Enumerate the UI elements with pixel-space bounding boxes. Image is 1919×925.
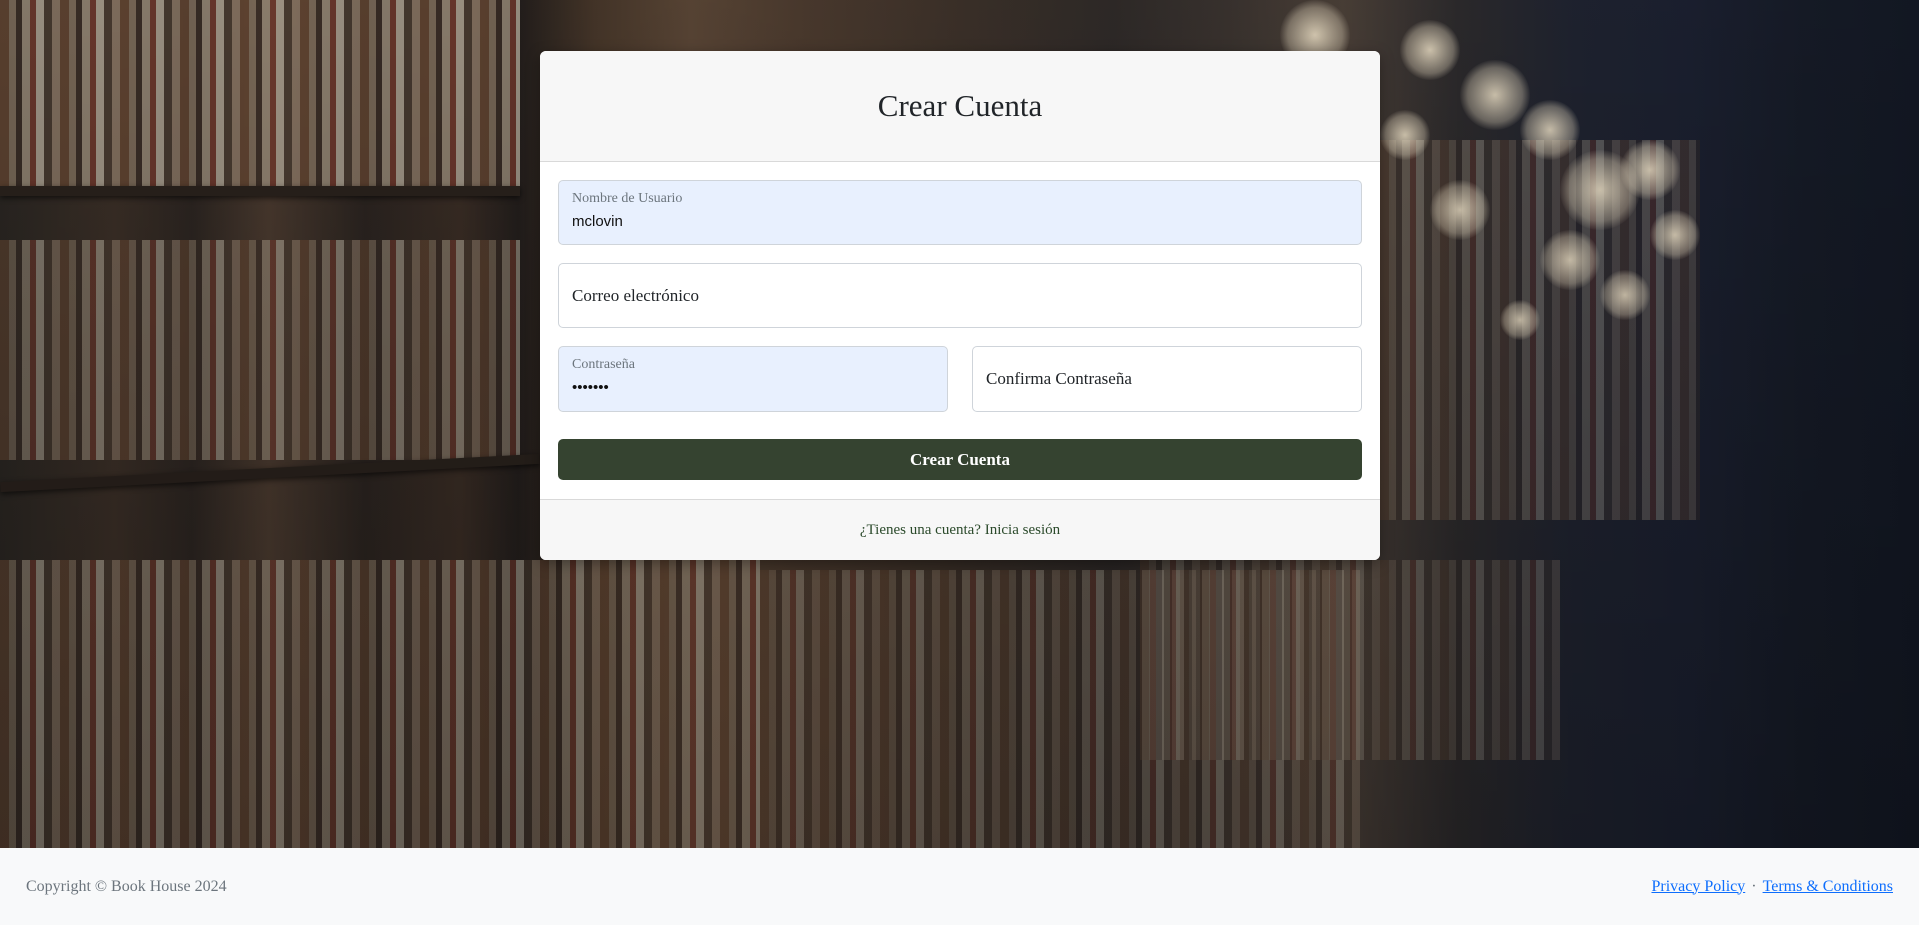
username-field[interactable]: Nombre de Usuario mclovin — [558, 180, 1362, 245]
card-footer: ¿Tienes una cuenta? Inicia sesión — [540, 499, 1380, 560]
username-value: mclovin — [572, 213, 623, 230]
footer-separator: · — [1751, 877, 1757, 895]
login-link[interactable]: ¿Tienes una cuenta? Inicia sesión — [860, 522, 1060, 539]
terms-link[interactable]: Terms & Conditions — [1763, 878, 1893, 896]
password-label: Contraseña — [572, 357, 635, 372]
page-title: Crear Cuenta — [877, 88, 1043, 123]
confirm-password-placeholder: Confirma Contraseña — [986, 369, 1132, 388]
email-placeholder: Correo electrónico — [572, 285, 699, 305]
footer-links: Privacy Policy · Terms & Conditions — [1651, 878, 1893, 896]
copyright-text: Copyright © Book House 2024 — [26, 877, 227, 895]
password-value: ••••••• — [572, 379, 609, 396]
signup-form: Nombre de Usuario mclovin Correo electró… — [540, 162, 1380, 489]
signup-card: Crear Cuenta Nombre de Usuario mclovin C… — [540, 51, 1380, 560]
page: Crear Cuenta Nombre de Usuario mclovin C… — [0, 0, 1919, 925]
site-footer: Copyright © Book House 2024 Privacy Poli… — [0, 848, 1919, 925]
password-field[interactable]: Contraseña ••••••• — [558, 346, 948, 412]
email-field[interactable]: Correo electrónico — [558, 263, 1362, 328]
username-label: Nombre de Usuario — [572, 191, 683, 206]
privacy-policy-link[interactable]: Privacy Policy — [1651, 878, 1745, 896]
create-account-button[interactable]: Crear Cuenta — [558, 439, 1362, 480]
confirm-password-field[interactable]: Confirma Contraseña — [972, 346, 1362, 412]
card-header: Crear Cuenta — [540, 51, 1380, 162]
